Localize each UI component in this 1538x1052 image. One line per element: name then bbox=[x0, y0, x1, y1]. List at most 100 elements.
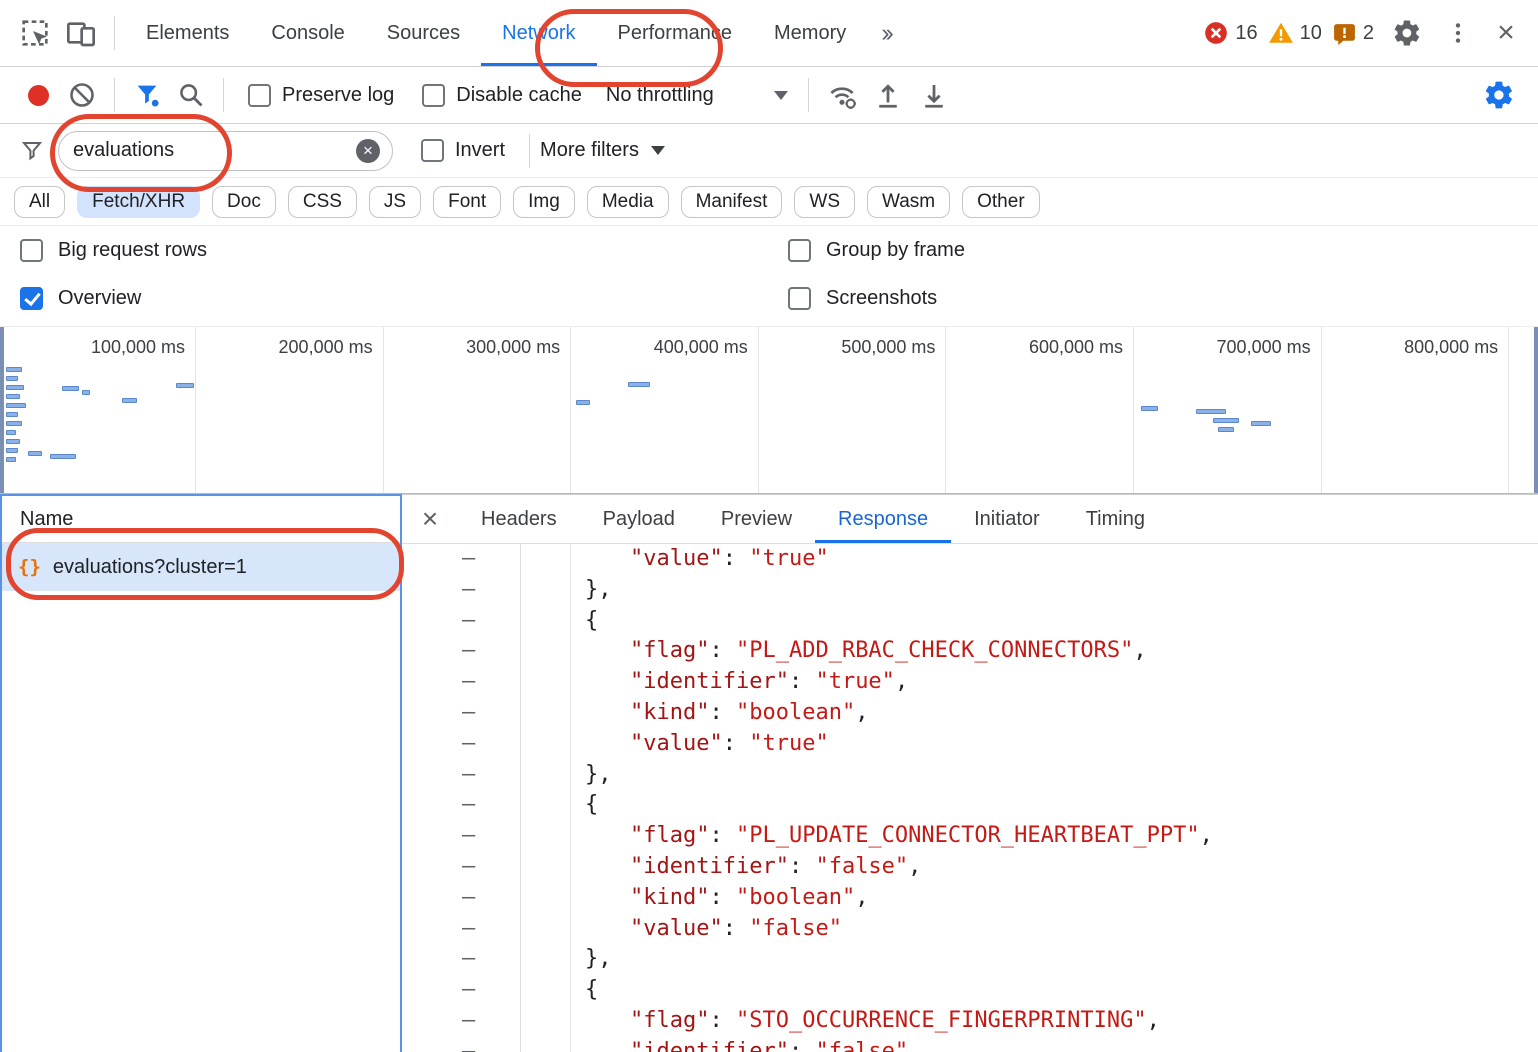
detail-tab-preview[interactable]: Preview bbox=[698, 495, 815, 543]
throttling-select[interactable]: No throttling bbox=[606, 84, 788, 107]
request-row[interactable]: {}evaluations?cluster=1 bbox=[2, 543, 400, 591]
tab-sources[interactable]: Sources bbox=[366, 0, 481, 66]
gutter-fold-marker[interactable]: – bbox=[462, 852, 475, 883]
divider bbox=[114, 16, 115, 50]
gutter-fold-marker[interactable]: – bbox=[462, 698, 475, 729]
detail-tab-timing[interactable]: Timing bbox=[1063, 495, 1168, 543]
gutter-fold-marker[interactable]: – bbox=[462, 975, 475, 1006]
code-line: –}, bbox=[402, 575, 1538, 606]
chip-doc[interactable]: Doc bbox=[212, 186, 276, 218]
code-line: –"kind": "boolean", bbox=[402, 883, 1538, 914]
search-icon[interactable] bbox=[169, 81, 213, 109]
gutter-fold-marker[interactable]: – bbox=[462, 575, 475, 606]
checkbox-box bbox=[248, 84, 271, 107]
main-tabs: ElementsConsoleSourcesNetworkPerformance… bbox=[125, 0, 867, 66]
overview-timeline[interactable]: 100,000 ms200,000 ms300,000 ms400,000 ms… bbox=[0, 327, 1538, 494]
gutter-fold-marker[interactable]: – bbox=[462, 883, 475, 914]
close-detail-icon[interactable]: × bbox=[402, 503, 458, 535]
chip-wasm[interactable]: Wasm bbox=[867, 186, 950, 218]
network-activity-bar bbox=[628, 382, 650, 387]
checkbox-box bbox=[788, 287, 811, 310]
invert-checkbox[interactable]: Invert bbox=[421, 139, 505, 162]
gutter-fold-marker[interactable]: – bbox=[462, 790, 475, 821]
double-chevron-icon[interactable]: ›› bbox=[881, 19, 890, 48]
chip-js[interactable]: JS bbox=[369, 186, 421, 218]
code-line: –}, bbox=[402, 944, 1538, 975]
gutter-fold-marker[interactable]: – bbox=[462, 667, 475, 698]
timeline-tick-label: 200,000 ms bbox=[191, 337, 373, 358]
overview-checkbox[interactable]: Overview bbox=[20, 287, 141, 310]
chip-media[interactable]: Media bbox=[587, 186, 669, 218]
tab-memory[interactable]: Memory bbox=[753, 0, 867, 66]
warning-triangle-icon bbox=[1268, 20, 1294, 46]
inspect-cursor-icon[interactable] bbox=[12, 17, 58, 49]
chip-ws[interactable]: WS bbox=[794, 186, 855, 218]
gutter-fold-marker[interactable]: – bbox=[462, 1006, 475, 1037]
network-conditions-icon[interactable] bbox=[819, 79, 865, 111]
chip-img[interactable]: Img bbox=[513, 186, 575, 218]
code-line-content: "value": "true" bbox=[630, 544, 829, 575]
gutter-fold-marker[interactable]: – bbox=[462, 821, 475, 852]
code-line-content: "value": "true" bbox=[630, 729, 829, 760]
big-request-rows-checkbox[interactable]: Big request rows bbox=[20, 239, 207, 262]
gutter-fold-marker[interactable]: – bbox=[462, 1037, 475, 1052]
settings-gear-icon[interactable] bbox=[1384, 18, 1430, 48]
name-column-header[interactable]: Name bbox=[2, 496, 400, 543]
import-har-icon[interactable] bbox=[865, 80, 911, 110]
network-activity-bar bbox=[6, 385, 24, 390]
disable-cache-checkbox[interactable]: Disable cache bbox=[422, 84, 582, 107]
panel-settings-gear-icon[interactable] bbox=[1476, 79, 1522, 111]
code-line-content: "identifier": "false", bbox=[630, 1037, 921, 1052]
clear-filter-icon[interactable]: × bbox=[356, 139, 380, 163]
code-line: –"flag": "PL_ADD_RBAC_CHECK_CONNECTORS", bbox=[402, 636, 1538, 667]
gutter-fold-marker[interactable]: – bbox=[462, 760, 475, 791]
request-detail-panel: × HeadersPayloadPreviewResponseInitiator… bbox=[402, 494, 1538, 1052]
group-by-frame-checkbox[interactable]: Group by frame bbox=[788, 239, 965, 262]
export-har-icon[interactable] bbox=[911, 80, 957, 110]
detail-tab-response[interactable]: Response bbox=[815, 495, 951, 543]
clear-block-icon[interactable] bbox=[60, 81, 104, 109]
gutter-fold-marker[interactable]: – bbox=[462, 914, 475, 945]
code-line-content: { bbox=[585, 975, 598, 1006]
gutter-fold-marker[interactable]: – bbox=[462, 606, 475, 637]
error-badge[interactable]: 16 bbox=[1203, 20, 1257, 46]
chip-fetch-xhr[interactable]: Fetch/XHR bbox=[77, 186, 200, 218]
screenshots-checkbox[interactable]: Screenshots bbox=[788, 287, 937, 310]
gutter-fold-marker[interactable]: – bbox=[462, 944, 475, 975]
overview-right-handle[interactable] bbox=[1534, 327, 1538, 493]
chip-css[interactable]: CSS bbox=[288, 186, 357, 218]
tab-performance[interactable]: Performance bbox=[597, 0, 754, 66]
more-filters-label: More filters bbox=[540, 139, 639, 162]
code-line-content: }, bbox=[585, 575, 612, 606]
record-icon[interactable] bbox=[16, 85, 60, 106]
filter-input[interactable] bbox=[71, 138, 356, 163]
detail-tab-headers[interactable]: Headers bbox=[458, 495, 580, 543]
preserve-log-checkbox[interactable]: Preserve log bbox=[248, 84, 394, 107]
tab-console[interactable]: Console bbox=[250, 0, 365, 66]
device-toolbar-icon[interactable] bbox=[58, 17, 104, 49]
tab-elements[interactable]: Elements bbox=[125, 0, 250, 66]
code-line-content: "flag": "PL_UPDATE_CONNECTOR_HEARTBEAT_P… bbox=[630, 821, 1213, 852]
gutter-fold-marker[interactable]: – bbox=[462, 636, 475, 667]
detail-tab-initiator[interactable]: Initiator bbox=[951, 495, 1063, 543]
divider bbox=[223, 78, 224, 112]
divider bbox=[529, 134, 530, 168]
kebab-menu-icon[interactable] bbox=[1440, 20, 1476, 46]
gutter-fold-marker[interactable]: – bbox=[462, 544, 475, 575]
chip-font[interactable]: Font bbox=[433, 186, 501, 218]
response-code[interactable]: –"value": "true"–},–{–"flag": "PL_ADD_RB… bbox=[402, 544, 1538, 1052]
chip-manifest[interactable]: Manifest bbox=[681, 186, 783, 218]
gutter-fold-marker[interactable]: – bbox=[462, 729, 475, 760]
close-devtools-icon[interactable]: × bbox=[1486, 16, 1526, 50]
chip-all[interactable]: All bbox=[14, 186, 65, 218]
big-request-rows-label: Big request rows bbox=[58, 239, 207, 262]
chip-other[interactable]: Other bbox=[962, 186, 1040, 218]
detail-tab-payload[interactable]: Payload bbox=[580, 495, 698, 543]
more-filters-button[interactable]: More filters bbox=[540, 139, 665, 162]
code-line-content: }, bbox=[585, 944, 612, 975]
funnel-filter-icon[interactable] bbox=[125, 81, 169, 109]
issues-badge[interactable]: 2 bbox=[1332, 21, 1374, 46]
tab-network[interactable]: Network bbox=[481, 0, 596, 66]
timeline-tick-label: 600,000 ms bbox=[941, 337, 1123, 358]
warning-badge[interactable]: 10 bbox=[1268, 20, 1322, 46]
